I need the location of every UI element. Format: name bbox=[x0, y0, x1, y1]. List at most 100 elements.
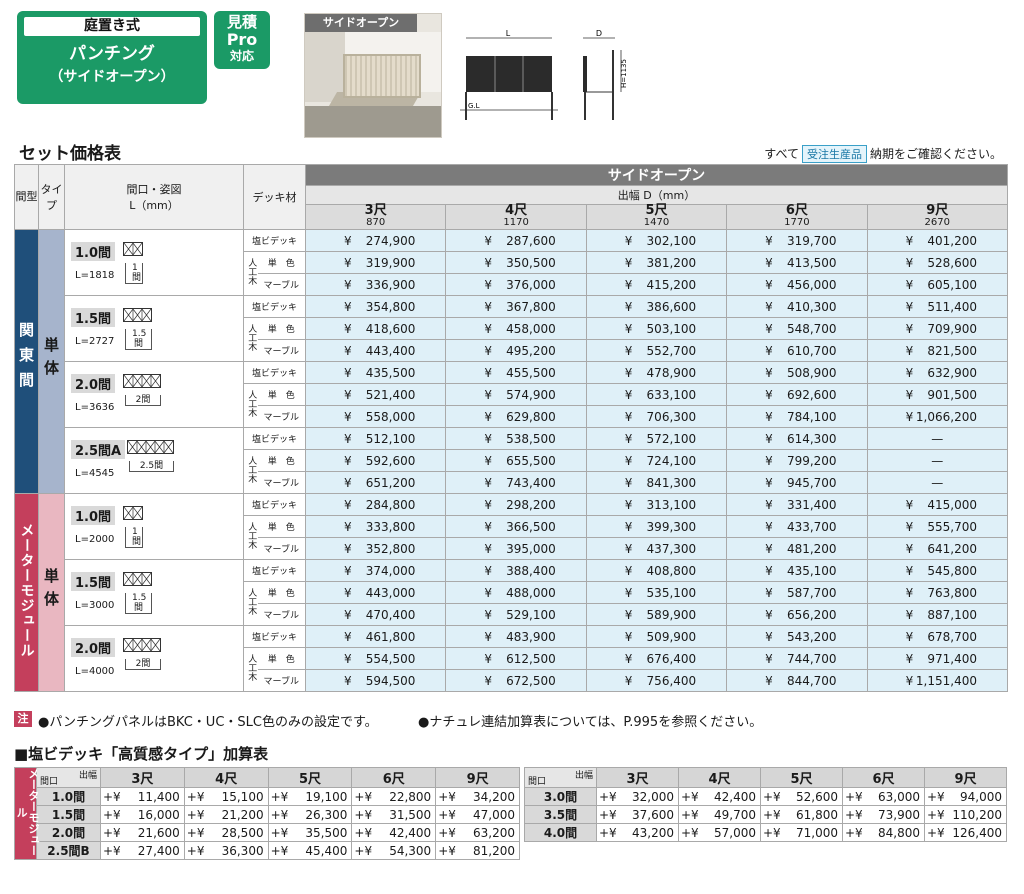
price-cell: ¥587,700 bbox=[726, 581, 868, 604]
deck-enbi: 塩ビデッキ bbox=[243, 493, 306, 516]
deck-jinko-text: 人工木 bbox=[246, 588, 257, 615]
add-side-text: メーターモジュール bbox=[15, 768, 40, 856]
price-cell: — bbox=[866, 449, 1009, 472]
price-cell: ¥352,800 bbox=[304, 537, 447, 560]
add-row: 3.5間 +¥ 37,600 +¥ 49,700 +¥ 61,800 +¥ 73,900 +¥ 11… bbox=[524, 805, 1007, 824]
add-value: 45,400 bbox=[305, 843, 348, 858]
region-label: メーターモジュール bbox=[14, 493, 39, 692]
size-mm: 1470 bbox=[643, 217, 670, 228]
add-value-cell: +¥ 21,600 bbox=[100, 823, 185, 842]
note-pre: すべて bbox=[764, 147, 799, 161]
size-shaku: 9尺 bbox=[926, 203, 949, 218]
price-cell: ¥651,200 bbox=[304, 471, 447, 494]
price-cell: ¥678,700 bbox=[866, 625, 1009, 648]
section-title: セット価格表 bbox=[19, 144, 121, 164]
span-label: 2間 bbox=[125, 395, 161, 406]
add-row: 4.0間 +¥ 43,200 +¥ 57,000 +¥ 71,000 +¥ 84,800 +¥ 12… bbox=[524, 823, 1007, 842]
deck-enbi: 塩ビデッキ bbox=[243, 361, 306, 384]
price-cell: ¥376,000 bbox=[445, 273, 587, 296]
price-cell: ¥381,200 bbox=[585, 251, 728, 274]
add-header-row: 出幅 間口 3尺 4尺 5尺 6尺 9尺 bbox=[524, 767, 1007, 788]
deck-jinko: 人工木 bbox=[243, 515, 258, 560]
add-prefix: +¥ bbox=[763, 807, 781, 822]
price-row: 1.5間 L=3000 1.5間 塩ビデッキ ¥374,000 ¥388,400 ¥408,… bbox=[15, 559, 1009, 626]
price-cell: ¥641,200 bbox=[866, 537, 1009, 560]
add-value: 11,400 bbox=[137, 789, 180, 804]
price-cell: ¥554,500 bbox=[304, 647, 447, 670]
price-cell: ¥366,500 bbox=[445, 515, 587, 538]
corner-width: 間口 bbox=[528, 777, 547, 787]
add-prefix: +¥ bbox=[438, 807, 456, 822]
width-ken: 2.5間A bbox=[71, 440, 126, 459]
span-label: 1.5間 bbox=[125, 593, 152, 614]
price-cell: ¥461,800 bbox=[304, 625, 447, 648]
region-name: 関東間 bbox=[17, 322, 35, 397]
add-table-title: ■塩ビデッキ「高質感タイプ」加算表 bbox=[14, 745, 269, 763]
price-cell: ¥481,200 bbox=[726, 537, 868, 560]
price-row: 2.5間A L=4545 2.5間 塩ビデッキ ¥512,100 ¥538,500 ¥572… bbox=[15, 427, 1009, 494]
header-side-open: サイドオープン bbox=[305, 164, 1008, 186]
panel-figure bbox=[123, 242, 143, 256]
add-prefix: +¥ bbox=[927, 825, 945, 840]
header-type: タイプ bbox=[38, 164, 65, 230]
width-length: L=4545 bbox=[75, 468, 115, 479]
add-prefix: +¥ bbox=[927, 789, 945, 804]
size-mm: 2670 bbox=[924, 217, 950, 228]
add-row: 2.5間B +¥ 27,400 +¥ 36,300 +¥ 45,400 +¥ 54,300 +¥ 8… bbox=[15, 841, 520, 860]
diagram-gl-label: G.L bbox=[468, 102, 480, 110]
width-cell: 1.0間 L=2000 1間 bbox=[64, 493, 244, 560]
add-value: 49,700 bbox=[714, 807, 756, 822]
add-row: 1.5間 +¥ 16,000 +¥ 21,200 +¥ 26,300 +¥ 31,500 +¥ 47… bbox=[15, 805, 520, 824]
note-reference-page: ●ナチュレ連結加算表については、P.995を参照ください。 bbox=[418, 715, 763, 730]
add-prefix: +¥ bbox=[599, 825, 617, 840]
price-cell: ¥386,600 bbox=[585, 295, 728, 318]
price-cell: ¥319,700 bbox=[726, 229, 868, 252]
photo-title: サイドオープン bbox=[305, 14, 417, 32]
add-prefix: +¥ bbox=[354, 789, 373, 804]
add-size-header: 9尺 bbox=[435, 767, 520, 788]
add-prefix: +¥ bbox=[681, 825, 699, 840]
add-value-cell: +¥ 19,100 bbox=[267, 787, 353, 806]
add-value: 28,500 bbox=[221, 825, 264, 840]
add-value-cell: +¥ 26,300 bbox=[267, 805, 353, 824]
deck-jinko-text: 人工木 bbox=[246, 456, 257, 483]
add-prefix: +¥ bbox=[845, 825, 863, 840]
width-ken: 1.0間 bbox=[71, 242, 116, 261]
corner-depth: 出幅 bbox=[574, 771, 593, 781]
price-cell: ¥435,500 bbox=[304, 361, 447, 384]
panel-figure bbox=[123, 638, 161, 652]
price-cell: ¥743,400 bbox=[445, 471, 587, 494]
add-size-header: 4尺 bbox=[183, 767, 269, 788]
add-value: 71,000 bbox=[796, 825, 838, 840]
badge-install-type: 庭置き式 bbox=[24, 17, 200, 36]
price-cell: ¥336,900 bbox=[304, 273, 447, 296]
add-table-right: 出幅 間口 3尺 4尺 5尺 6尺 9尺 3.0間 +¥ 32,000 +¥ 42,400 +¥ 52,6… bbox=[524, 767, 1007, 842]
price-cell: ¥455,500 bbox=[445, 361, 587, 384]
add-value: 27,400 bbox=[137, 843, 180, 858]
add-row-ken: 2.5間B bbox=[36, 841, 101, 860]
add-row: 3.0間 +¥ 32,000 +¥ 42,400 +¥ 52,600 +¥ 63,000 +¥ 94… bbox=[524, 787, 1007, 806]
add-value: 32,000 bbox=[632, 789, 674, 804]
made-to-order-note: すべて 受注生産品 納期をご確認ください。 bbox=[764, 145, 1002, 163]
size-header-3: 6尺 1770 bbox=[726, 204, 868, 230]
deck-marble: マーブル bbox=[257, 339, 306, 362]
price-cell: ¥1,151,400 bbox=[866, 669, 1009, 692]
price-cell: ¥333,800 bbox=[304, 515, 447, 538]
price-cell: ¥458,000 bbox=[445, 317, 587, 340]
add-prefix: +¥ bbox=[845, 807, 863, 822]
add-value: 54,300 bbox=[389, 843, 432, 858]
add-prefix: +¥ bbox=[763, 789, 781, 804]
header-width: 間口・姿図 L（mm） bbox=[64, 164, 244, 230]
add-value-cell: +¥ 71,000 bbox=[760, 823, 843, 842]
diagram-l-label: L bbox=[506, 30, 511, 38]
add-prefix: +¥ bbox=[354, 825, 373, 840]
note-post: 納期をご確認ください。 bbox=[869, 147, 1002, 161]
width-ken: 1.5間 bbox=[71, 308, 116, 327]
deck-tanshoku: 単 色 bbox=[257, 515, 306, 538]
price-cell: ¥605,100 bbox=[866, 273, 1009, 296]
type-label: 単体 bbox=[38, 229, 65, 494]
price-cell: ¥821,500 bbox=[866, 339, 1009, 362]
price-cell: ¥901,500 bbox=[866, 383, 1009, 406]
add-value-cell: +¥ 94,000 bbox=[924, 787, 1007, 806]
price-cell: ¥415,000 bbox=[866, 493, 1009, 516]
